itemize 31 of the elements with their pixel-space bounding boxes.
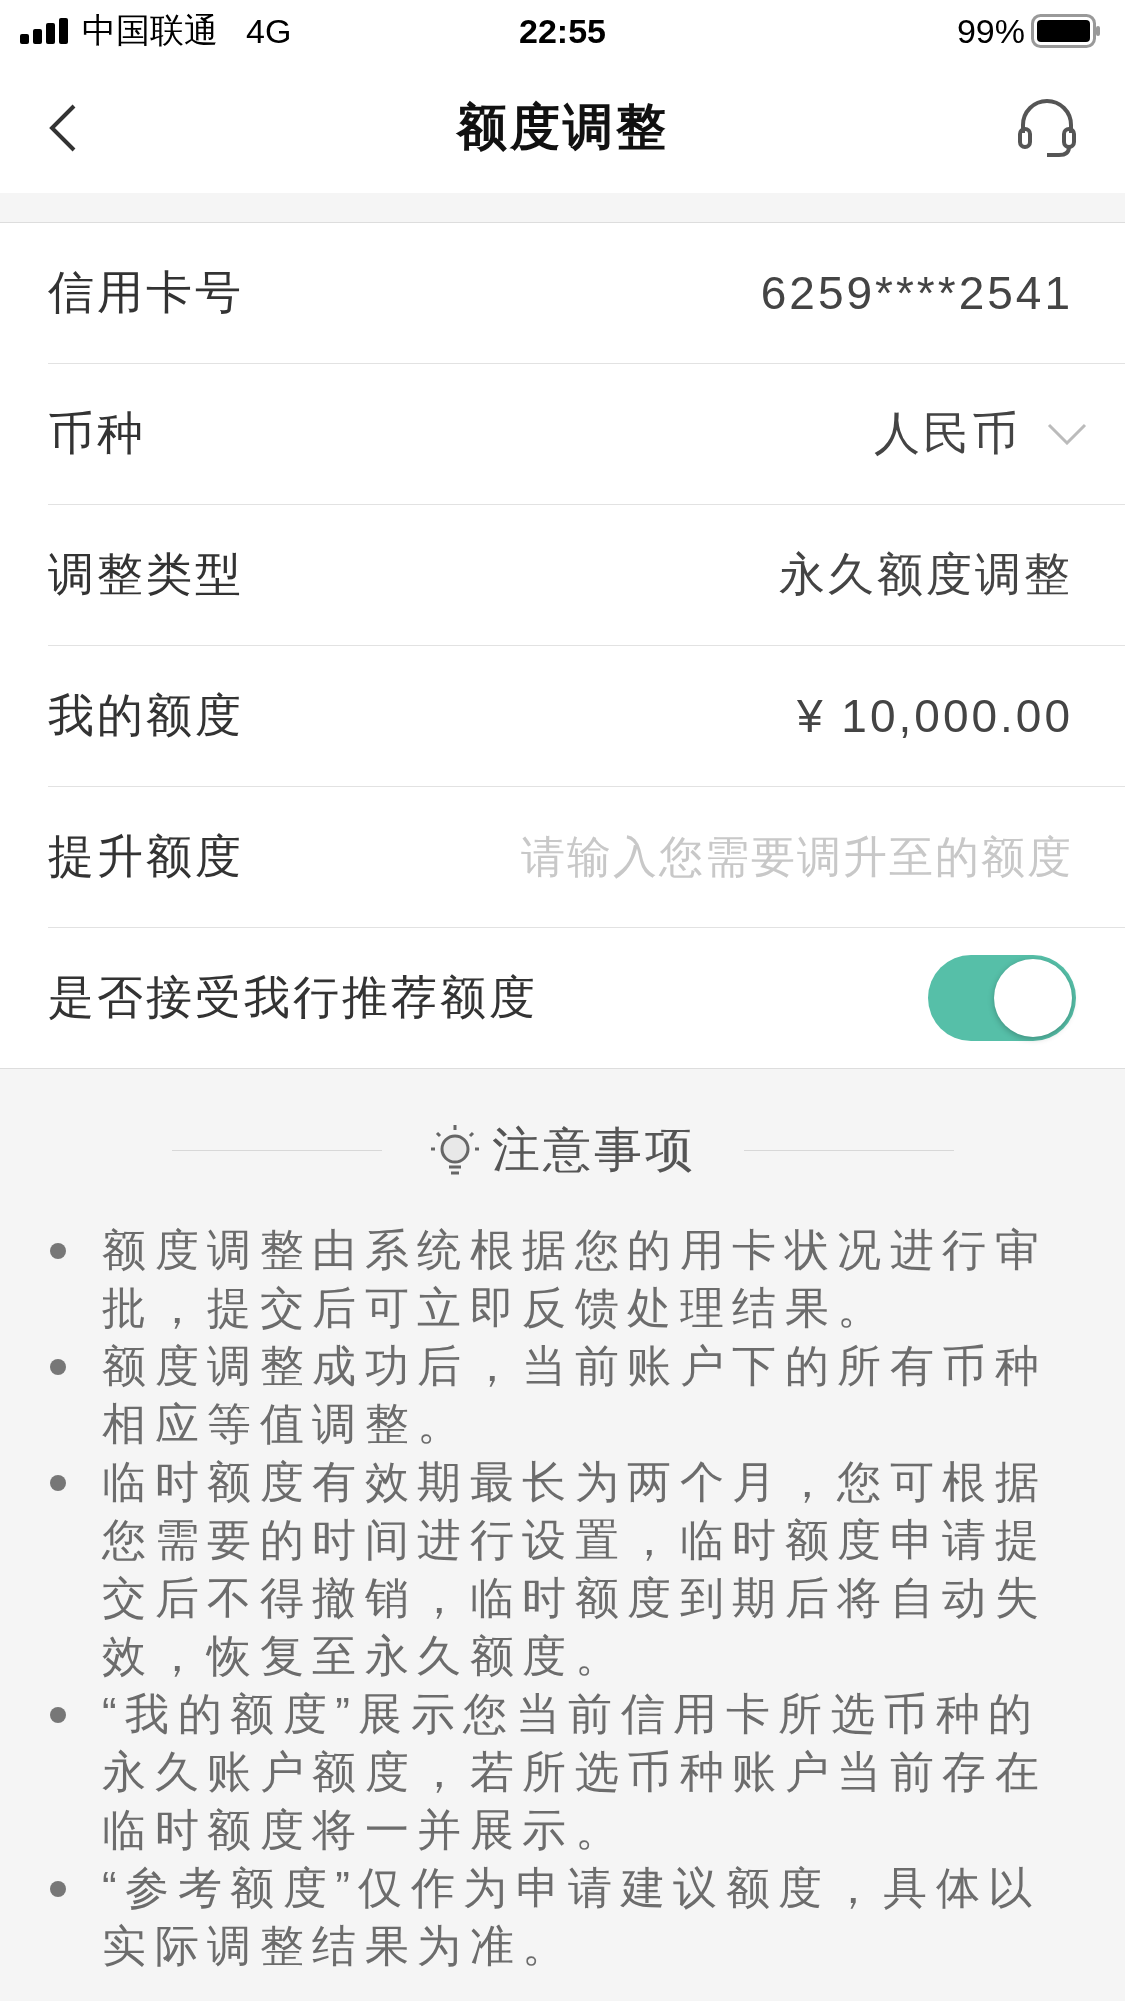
carrier-name: 中国联通 — [82, 10, 218, 51]
page-title: 额度调整 — [456, 98, 669, 157]
network-type: 4G — [246, 11, 292, 51]
field-label: 提升额度 — [48, 829, 244, 884]
battery-percent: 99% — [956, 11, 1025, 51]
field-label: 币种 — [48, 406, 146, 461]
note-text: “我的额度”展示您当前信用卡所选币种的永久账户额度，若所选币种账户当前存在临时额度将一并展示。 — [102, 1688, 1048, 1856]
field-label: 信用卡号 — [48, 265, 244, 320]
back-button[interactable] — [48, 102, 78, 153]
currency-dropdown[interactable]: 人民币 — [874, 403, 1087, 465]
bullet-dot — [50, 1475, 66, 1491]
bullet-dot — [50, 1707, 66, 1723]
field-label: 我的额度 — [48, 688, 244, 743]
note-text: 额度调整由系统根据您的用卡状况进行审批，提交后可立即反馈处理结果。 — [102, 1224, 1048, 1334]
note-text: 临时额度有效期最长为两个月，您可根据您需要的时间进行设置，临时额度申请提交后不得撤销，临时额度到期后将自动失效，恢复至永久额度。 — [102, 1456, 1048, 1682]
field-value: 永久额度调整 — [779, 547, 1073, 602]
clock-time: 22:55 — [519, 11, 606, 51]
field-value: ¥ 10,000.00 — [797, 689, 1073, 743]
bullet-dot — [50, 1881, 66, 1897]
field-value: 6259****2541 — [760, 266, 1073, 320]
note-text: 额度调整成功后，当前账户下的所有币种相应等值调整。 — [102, 1340, 1048, 1450]
note-text: “参考额度”仅作为申请建议额度，具体以实际调整结果为准。 — [102, 1862, 1042, 1972]
lightbulb-icon — [429, 1123, 480, 1177]
battery-icon — [1031, 14, 1101, 48]
field-label: 是否接受我行推荐额度 — [48, 970, 538, 1025]
bullet-dot — [50, 1243, 66, 1259]
field-label: 调整类型 — [48, 547, 244, 602]
bullet-dot — [50, 1359, 66, 1375]
headset-button[interactable] — [1017, 96, 1077, 159]
chevron-down-icon — [1047, 423, 1087, 445]
notes-title: 注意事项 — [491, 1122, 696, 1178]
